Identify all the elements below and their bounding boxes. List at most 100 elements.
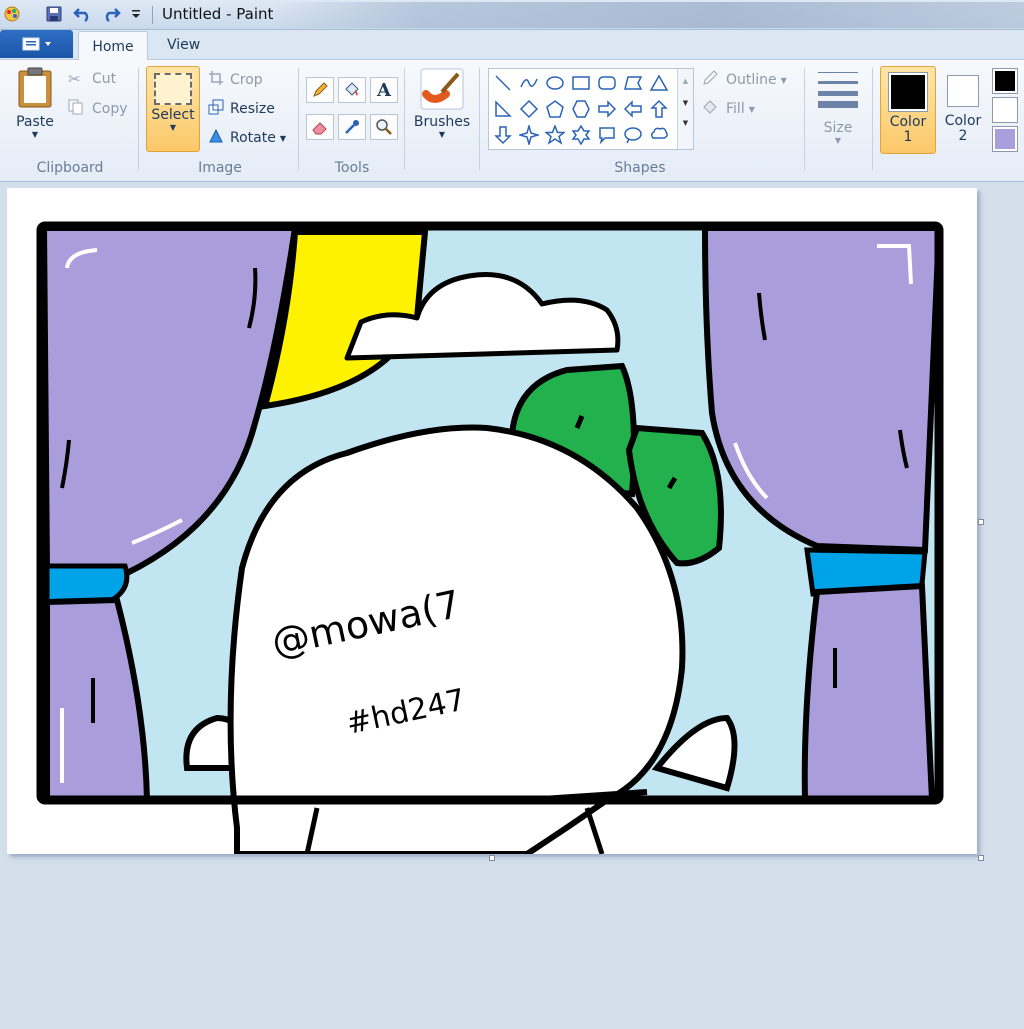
oval-callout-shape-icon[interactable]	[621, 123, 645, 147]
drawing: @mowa(7 #hd247	[36, 221, 944, 854]
select-label: Select	[151, 107, 195, 123]
customize-quick-access-icon[interactable]	[128, 4, 144, 24]
palette-swatch-fill	[995, 100, 1015, 120]
group-divider	[138, 68, 139, 170]
ribbon: Paste ▼ ✂ Cut Copy Clipboard Select ▼ Cr…	[0, 60, 1024, 182]
curve-shape-icon[interactable]	[517, 71, 541, 95]
diamond-shape-icon[interactable]	[517, 97, 541, 121]
cloud-callout-shape-icon[interactable]	[647, 123, 671, 147]
up-arrow-shape-icon[interactable]	[647, 97, 671, 121]
magnifier-icon[interactable]	[370, 114, 398, 140]
hexagon-shape-icon[interactable]	[569, 97, 593, 121]
paste-button[interactable]: Paste ▼	[10, 66, 60, 150]
group-divider	[872, 68, 873, 170]
resize-handle-right[interactable]	[978, 519, 984, 525]
group-divider	[404, 68, 405, 170]
menu-icon	[22, 37, 51, 51]
palette-swatch[interactable]	[992, 68, 1018, 94]
select-rectangle-icon	[154, 73, 192, 105]
ribbon-tab-row	[0, 30, 1024, 60]
fill-button[interactable]: Fill ▼	[702, 99, 755, 119]
title-bar: Untitled - Paint	[0, 0, 1024, 30]
rounded-callout-shape-icon[interactable]	[595, 123, 619, 147]
select-button[interactable]: Select ▼	[146, 66, 200, 152]
color-picker-icon[interactable]	[338, 114, 366, 140]
tools-group-label: Tools	[334, 160, 370, 176]
right-curtain-lower	[801, 582, 936, 803]
five-point-star-shape-icon[interactable]	[543, 123, 567, 147]
paint-app-icon[interactable]	[2, 4, 22, 24]
title-divider	[152, 6, 153, 24]
fill-icon	[702, 99, 722, 119]
right-triangle-shape-icon[interactable]	[491, 97, 515, 121]
shapes-gallery: ▲ ▼ ▼	[488, 68, 694, 150]
four-point-star-shape-icon[interactable]	[517, 123, 541, 147]
scroll-down-icon[interactable]: ▼	[678, 99, 693, 107]
brushes-button[interactable]: Brushes ▼	[412, 68, 472, 152]
outline-dropdown-icon: ▼	[780, 75, 787, 85]
right-arrow-shape-icon[interactable]	[595, 97, 619, 121]
resize-handle-bottom[interactable]	[489, 855, 495, 861]
clipboard-icon	[18, 67, 52, 108]
down-arrow-shape-icon[interactable]	[491, 123, 515, 147]
rounded-rectangle-shape-icon[interactable]	[595, 71, 619, 95]
paint-menu-button[interactable]	[0, 30, 73, 58]
outline-button[interactable]: Outline ▼	[702, 70, 787, 90]
resize-icon	[208, 99, 226, 119]
eraser-icon[interactable]	[306, 114, 334, 140]
brush-icon	[420, 68, 464, 110]
size-button[interactable]: Size ▼	[812, 68, 864, 152]
fill-bucket-icon[interactable]	[338, 77, 366, 103]
crop-label: Crop	[230, 72, 263, 88]
pentagon-shape-icon[interactable]	[543, 97, 567, 121]
tab-home[interactable]: Home	[78, 31, 148, 60]
background-window-blur	[270, 2, 1024, 28]
resize-button[interactable]: Resize	[208, 99, 275, 119]
brushes-label: Brushes	[413, 114, 471, 130]
crop-button[interactable]: Crop	[208, 70, 263, 90]
oval-shape-icon[interactable]	[543, 71, 567, 95]
text-icon[interactable]: A	[370, 77, 398, 103]
copy-label: Copy	[92, 101, 128, 117]
color1-label: Color 1	[889, 114, 927, 145]
cut-label: Cut	[92, 71, 117, 87]
color1-button[interactable]: Color 1	[880, 66, 936, 154]
triangle-shape-icon[interactable]	[647, 71, 671, 95]
group-divider	[479, 68, 480, 170]
six-point-star-shape-icon[interactable]	[569, 123, 593, 147]
shapes-scrollbar[interactable]: ▲ ▼ ▼	[677, 69, 693, 149]
brushes-dropdown-icon: ▼	[438, 130, 446, 139]
tab-view[interactable]: View	[155, 31, 212, 60]
shapes-group-label: Shapes	[614, 160, 666, 176]
palette-swatch[interactable]	[992, 126, 1018, 152]
palette-swatch[interactable]	[992, 97, 1018, 123]
rotate-dropdown-icon: ▼	[279, 133, 286, 143]
cut-button[interactable]: ✂ Cut	[68, 70, 116, 88]
scroll-up-icon[interactable]: ▲	[678, 77, 693, 85]
expand-gallery-icon[interactable]: ▼	[678, 119, 693, 127]
polygon-shape-icon[interactable]	[621, 71, 645, 95]
copy-button[interactable]: Copy	[68, 99, 128, 119]
size-label: Size	[823, 120, 853, 136]
save-icon[interactable]	[44, 4, 64, 24]
rotate-label: Rotate	[230, 130, 276, 146]
outline-label: Outline	[726, 72, 777, 88]
left-arrow-shape-icon[interactable]	[621, 97, 645, 121]
pencil-icon[interactable]	[306, 77, 334, 103]
resize-handle-corner[interactable]	[978, 855, 984, 861]
line-size-icon	[818, 72, 858, 108]
redo-icon[interactable]	[100, 4, 122, 24]
color2-button[interactable]: Color 2	[940, 66, 986, 154]
line-shape-icon[interactable]	[491, 71, 515, 95]
rotate-button[interactable]: Rotate ▼	[208, 128, 286, 148]
group-divider	[804, 68, 805, 170]
outline-icon	[702, 70, 722, 90]
color2-swatch	[947, 75, 979, 107]
copy-icon	[68, 99, 86, 119]
undo-icon[interactable]	[72, 4, 94, 24]
scissors-icon: ✂	[68, 70, 81, 88]
window-title: Untitled - Paint	[162, 5, 274, 23]
color1-fill	[891, 75, 925, 109]
drawing-canvas[interactable]: @mowa(7 #hd247	[7, 188, 977, 854]
rectangle-shape-icon[interactable]	[569, 71, 593, 95]
